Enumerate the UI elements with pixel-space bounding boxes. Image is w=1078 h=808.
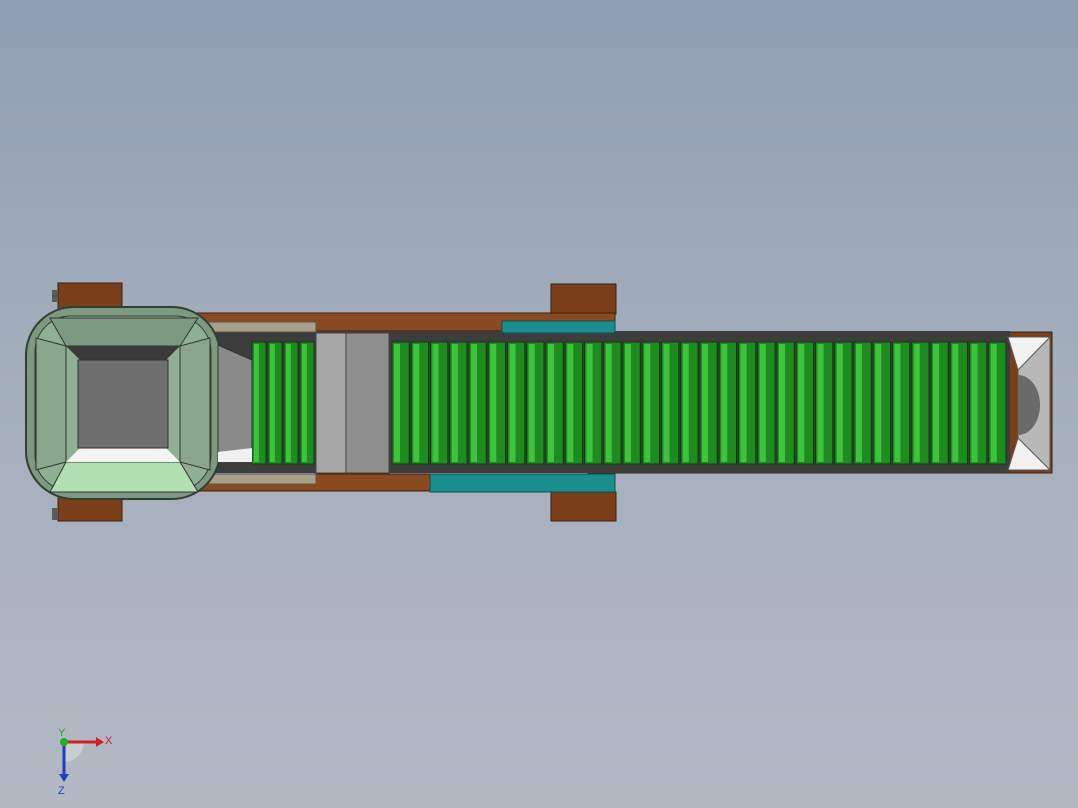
transfer-plate-right: [345, 332, 390, 474]
roller-highlight: [952, 344, 959, 462]
roller-highlight: [875, 344, 882, 462]
roller-highlight: [759, 344, 766, 462]
roller-highlight: [836, 344, 843, 462]
roller-highlight: [270, 344, 275, 462]
z-axis-arrow: [59, 774, 69, 782]
roller-highlight: [528, 344, 535, 462]
roller-highlight: [548, 344, 555, 462]
roller-highlight: [625, 344, 632, 462]
roller-highlight: [817, 344, 824, 462]
roller-highlight: [933, 344, 940, 462]
roller-highlight: [451, 344, 458, 462]
cad-viewport[interactable]: X Y Z: [0, 0, 1078, 808]
teal-guard-bottom: [429, 473, 616, 493]
roller-highlight: [990, 344, 997, 462]
triad-shadow: [64, 742, 84, 762]
side-guard-bottom: [199, 473, 317, 485]
roller-highlight: [702, 344, 709, 462]
roller-highlight: [432, 344, 439, 462]
teal-guard-top: [501, 320, 616, 334]
roller-highlight: [913, 344, 920, 462]
left-bottom-bolt: [52, 508, 58, 520]
hopper-top-wall: [49, 317, 199, 347]
hopper-bottom-wall: [49, 461, 199, 493]
roller-highlight: [663, 344, 670, 462]
conveyor-model[interactable]: [0, 0, 1078, 808]
hopper-left-wall: [35, 337, 67, 471]
roller-highlight: [798, 344, 805, 462]
roller-highlight: [302, 344, 307, 462]
roller-highlight: [471, 344, 478, 462]
roller-highlight: [586, 344, 593, 462]
transfer-plate-left: [315, 332, 347, 474]
y-axis-label: Y: [58, 728, 66, 739]
y-axis-dot: [60, 738, 68, 746]
hopper-bottom-inner-light: [66, 448, 180, 462]
roller-highlight: [894, 344, 901, 462]
roller-highlight: [286, 344, 291, 462]
roller-highlight: [605, 344, 612, 462]
right-top-foot: [550, 283, 617, 315]
roller-highlight: [856, 344, 863, 462]
hopper-throat: [217, 344, 253, 463]
roller-highlight: [254, 344, 259, 462]
hopper-top-inner-shadow: [66, 346, 180, 360]
side-guard-top: [199, 321, 317, 333]
roller-highlight: [567, 344, 574, 462]
x-axis-label: X: [105, 735, 113, 747]
hopper-floor: [77, 359, 169, 449]
roller-highlight: [721, 344, 728, 462]
x-axis-arrow: [96, 737, 104, 747]
roller-highlight: [971, 344, 978, 462]
roller-highlight: [682, 344, 689, 462]
axis-triad[interactable]: X Y Z: [50, 728, 120, 798]
roller-highlight: [740, 344, 747, 462]
roller-highlight: [490, 344, 497, 462]
roller-highlight: [509, 344, 516, 462]
roller-highlight: [394, 344, 401, 462]
hopper-right-wall: [179, 337, 211, 471]
roller-highlight: [413, 344, 420, 462]
right-bottom-foot: [550, 491, 617, 522]
roller-highlight: [644, 344, 651, 462]
z-axis-label: Z: [58, 785, 65, 797]
roller-highlight: [779, 344, 786, 462]
left-top-bolt: [52, 290, 58, 302]
